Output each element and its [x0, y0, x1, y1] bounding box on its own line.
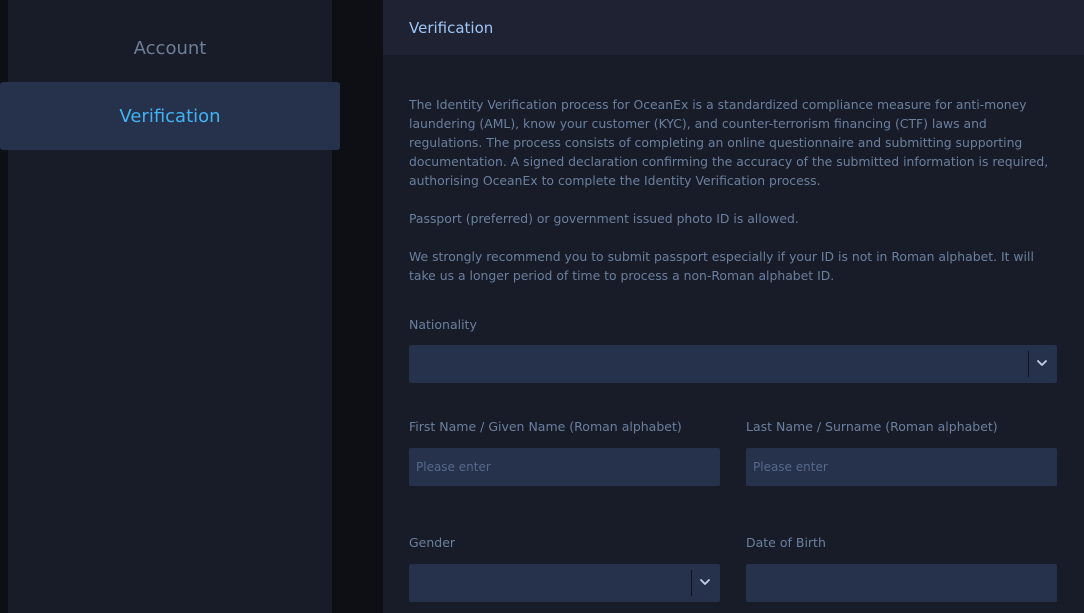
chevron-down-icon — [1037, 360, 1047, 366]
page-root: Account Verification Verification The Id… — [0, 0, 1084, 613]
last-name-label: Last Name / Surname (Roman alphabet) — [746, 419, 998, 434]
select-divider — [1028, 351, 1029, 377]
chevron-down-icon — [700, 579, 710, 585]
nationality-select[interactable] — [409, 345, 1057, 383]
dob-label: Date of Birth — [746, 535, 826, 550]
main-panel: Verification The Identity Verification p… — [383, 0, 1084, 613]
first-name-input[interactable] — [409, 448, 720, 486]
page-title: Verification — [409, 18, 494, 37]
sidebar-item-verification[interactable]: Verification — [0, 82, 340, 150]
sidebar: Account Verification — [0, 0, 340, 613]
intro-paragraph: The Identity Verification process for Oc… — [409, 97, 1049, 188]
sidebar-item-label: Account — [133, 37, 207, 59]
sidebar-item-label: Verification — [119, 105, 221, 127]
nationality-label: Nationality — [409, 317, 477, 332]
id-requirement-paragraph: Passport (preferred) or government issue… — [409, 211, 799, 226]
last-name-input[interactable] — [746, 448, 1057, 486]
first-name-label: First Name / Given Name (Roman alphabet) — [409, 419, 682, 434]
dob-input[interactable] — [746, 564, 1057, 602]
intro-text: The Identity Verification process for Oc… — [409, 95, 1057, 304]
panel-header: Verification — [383, 0, 1084, 55]
passport-recommendation-paragraph: We strongly recommend you to submit pass… — [409, 249, 1034, 283]
gender-label: Gender — [409, 535, 456, 550]
select-divider — [691, 570, 692, 596]
gender-select[interactable] — [409, 564, 720, 602]
sidebar-item-account[interactable]: Account — [8, 14, 332, 82]
